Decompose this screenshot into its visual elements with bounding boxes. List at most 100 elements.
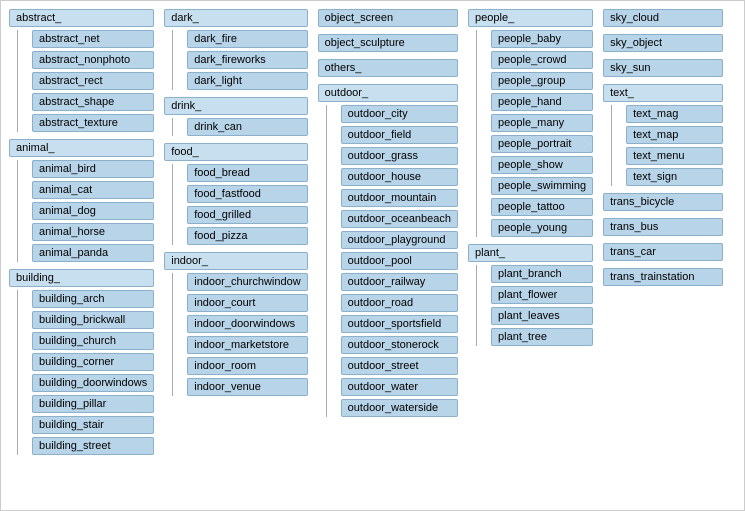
- tag-dark_fire[interactable]: dark_fire: [187, 30, 307, 48]
- tag-object_screen[interactable]: object_screen: [318, 9, 458, 27]
- group-block: others_: [318, 59, 458, 77]
- tag-parent-dark_[interactable]: dark_: [164, 9, 307, 27]
- tag-abstract_nonphoto[interactable]: abstract_nonphoto: [32, 51, 154, 69]
- tag-parent-abstract_[interactable]: abstract_: [9, 9, 154, 27]
- tag-sky_cloud[interactable]: sky_cloud: [603, 9, 723, 27]
- tag-indoor_doorwindows[interactable]: indoor_doorwindows: [187, 315, 307, 333]
- tag-parent-indoor_[interactable]: indoor_: [164, 252, 307, 270]
- child-group: food_bread food_fastfood food_grilled food_…: [172, 164, 307, 245]
- tag-building_corner[interactable]: building_corner: [32, 353, 154, 371]
- tag-food_pizza[interactable]: food_pizza: [187, 227, 307, 245]
- tag-text_map[interactable]: text_map: [626, 126, 723, 144]
- tag-outdoor_water[interactable]: outdoor_water: [341, 378, 458, 396]
- tag-outdoor_mountain[interactable]: outdoor_mountain: [341, 189, 458, 207]
- tag-drink_can[interactable]: drink_can: [187, 118, 307, 136]
- tag-animal_bird[interactable]: animal_bird: [32, 160, 154, 178]
- group-block: object_sculpture: [318, 34, 458, 52]
- tag-people_portrait[interactable]: people_portrait: [491, 135, 593, 153]
- tag-plant_branch[interactable]: plant_branch: [491, 265, 593, 283]
- tag-dark_fireworks[interactable]: dark_fireworks: [187, 51, 307, 69]
- tag-outdoor_grass[interactable]: outdoor_grass: [341, 147, 458, 165]
- tag-outdoor_house[interactable]: outdoor_house: [341, 168, 458, 186]
- tag-parent-plant_[interactable]: plant_: [468, 244, 593, 262]
- tag-building_brickwall[interactable]: building_brickwall: [32, 311, 154, 329]
- group-block: people_ people_baby people_crowd people_gro…: [468, 9, 593, 237]
- tag-outdoor_playground[interactable]: outdoor_playground: [341, 231, 458, 249]
- tag-outdoor_oceanbeach[interactable]: outdoor_oceanbeach: [341, 210, 458, 228]
- tag-parent-text_[interactable]: text_: [603, 84, 723, 102]
- tag-food_bread[interactable]: food_bread: [187, 164, 307, 182]
- child-group: building_arch building_brickwall building_…: [17, 290, 154, 455]
- tag-people_tattoo[interactable]: people_tattoo: [491, 198, 593, 216]
- tag-people_show[interactable]: people_show: [491, 156, 593, 174]
- group-block: text_ text_mag text_map text_menu text_sign: [603, 84, 723, 186]
- tag-indoor_marketstore[interactable]: indoor_marketstore: [187, 336, 307, 354]
- tag-parent-drink_[interactable]: drink_: [164, 97, 307, 115]
- tag-outdoor_road[interactable]: outdoor_road: [341, 294, 458, 312]
- tag-outdoor_city[interactable]: outdoor_city: [341, 105, 458, 123]
- tag-building_arch[interactable]: building_arch: [32, 290, 154, 308]
- tag-parent-animal_[interactable]: animal_: [9, 139, 154, 157]
- tag-outdoor_pool[interactable]: outdoor_pool: [341, 252, 458, 270]
- tag-text_sign[interactable]: text_sign: [626, 168, 723, 186]
- tag-indoor_room[interactable]: indoor_room: [187, 357, 307, 375]
- tag-parent-outdoor_[interactable]: outdoor_: [318, 84, 458, 102]
- group-block: outdoor_ outdoor_city outdoor_fieldoutdoor…: [318, 84, 458, 417]
- tag-trans_trainstation[interactable]: trans_trainstation: [603, 268, 723, 286]
- tag-trans_bicycle[interactable]: trans_bicycle: [603, 193, 723, 211]
- tag-animal_cat[interactable]: animal_cat: [32, 181, 154, 199]
- tag-building_pillar[interactable]: building_pillar: [32, 395, 154, 413]
- tag-outdoor_field[interactable]: outdoor_field: [341, 126, 458, 144]
- column-col1: abstract_ abstract_net abstract_nonphotoab…: [9, 9, 154, 459]
- tag-indoor_venue[interactable]: indoor_venue: [187, 378, 307, 396]
- group-block: sky_sun: [603, 59, 723, 77]
- tag-outdoor_stonerock[interactable]: outdoor_stonerock: [341, 336, 458, 354]
- tag-plant_leaves[interactable]: plant_leaves: [491, 307, 593, 325]
- tag-outdoor_waterside[interactable]: outdoor_waterside: [341, 399, 458, 417]
- tag-outdoor_railway[interactable]: outdoor_railway: [341, 273, 458, 291]
- tag-plant_flower[interactable]: plant_flower: [491, 286, 593, 304]
- group-block: dark_ dark_fire dark_fireworks dark_light: [164, 9, 307, 90]
- group-block: trans_bicycle: [603, 193, 723, 211]
- tag-outdoor_street[interactable]: outdoor_street: [341, 357, 458, 375]
- tag-food_fastfood[interactable]: food_fastfood: [187, 185, 307, 203]
- tag-indoor_churchwindow[interactable]: indoor_churchwindow: [187, 273, 307, 291]
- tag-trans_car[interactable]: trans_car: [603, 243, 723, 261]
- tag-trans_bus[interactable]: trans_bus: [603, 218, 723, 236]
- tag-parent-food_[interactable]: food_: [164, 143, 307, 161]
- tag-people_many[interactable]: people_many: [491, 114, 593, 132]
- tag-sky_object[interactable]: sky_object: [603, 34, 723, 52]
- tag-sky_sun[interactable]: sky_sun: [603, 59, 723, 77]
- tag-people_crowd[interactable]: people_crowd: [491, 51, 593, 69]
- tag-food_grilled[interactable]: food_grilled: [187, 206, 307, 224]
- tag-outdoor_sportsfield[interactable]: outdoor_sportsfield: [341, 315, 458, 333]
- tag-text_mag[interactable]: text_mag: [626, 105, 723, 123]
- tag-people_group[interactable]: people_group: [491, 72, 593, 90]
- tag-dark_light[interactable]: dark_light: [187, 72, 307, 90]
- tag-abstract_texture[interactable]: abstract_texture: [32, 114, 154, 132]
- tag-building_church[interactable]: building_church: [32, 332, 154, 350]
- tag-others_[interactable]: others_: [318, 59, 458, 77]
- tag-animal_panda[interactable]: animal_panda: [32, 244, 154, 262]
- tag-plant_tree[interactable]: plant_tree: [491, 328, 593, 346]
- tag-animal_horse[interactable]: animal_horse: [32, 223, 154, 241]
- tag-people_hand[interactable]: people_hand: [491, 93, 593, 111]
- tag-abstract_shape[interactable]: abstract_shape: [32, 93, 154, 111]
- tag-parent-people_[interactable]: people_: [468, 9, 593, 27]
- child-group: indoor_churchwindow indoor_court indoor_do…: [172, 273, 307, 396]
- tag-building_street[interactable]: building_street: [32, 437, 154, 455]
- group-block: drink_ drink_can: [164, 97, 307, 136]
- tag-animal_dog[interactable]: animal_dog: [32, 202, 154, 220]
- group-block: animal_ animal_bird animal_cat animal_dogan…: [9, 139, 154, 262]
- tag-building_stair[interactable]: building_stair: [32, 416, 154, 434]
- tag-people_swimming[interactable]: people_swimming: [491, 177, 593, 195]
- tag-text_menu[interactable]: text_menu: [626, 147, 723, 165]
- tag-people_baby[interactable]: people_baby: [491, 30, 593, 48]
- tag-object_sculpture[interactable]: object_sculpture: [318, 34, 458, 52]
- tag-abstract_net[interactable]: abstract_net: [32, 30, 154, 48]
- tag-building_doorwindows[interactable]: building_doorwindows: [32, 374, 154, 392]
- tag-people_young[interactable]: people_young: [491, 219, 593, 237]
- tag-indoor_court[interactable]: indoor_court: [187, 294, 307, 312]
- tag-abstract_rect[interactable]: abstract_rect: [32, 72, 154, 90]
- tag-parent-building_[interactable]: building_: [9, 269, 154, 287]
